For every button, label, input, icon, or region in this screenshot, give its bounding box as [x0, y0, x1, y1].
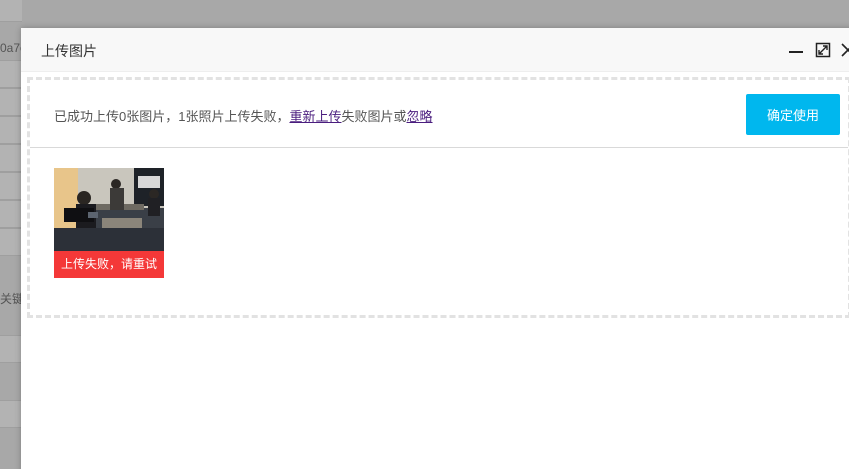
background-field — [0, 335, 22, 363]
maximize-icon[interactable] — [814, 41, 832, 59]
upload-dialog: 上传图片 已成功上传0张图片，1张照片上传失败，重新上传失败图片或忽略 确定使用 — [21, 28, 849, 469]
upload-failed-label: 上传失败，请重试 — [54, 251, 164, 278]
background-field — [0, 116, 22, 144]
close-icon[interactable] — [839, 41, 849, 59]
background-field — [0, 200, 22, 228]
background-field — [0, 88, 22, 116]
file-thumbnail[interactable]: 上传失败，请重试 — [54, 168, 164, 278]
background-text: 0a7c — [0, 41, 22, 55]
background-field — [0, 228, 22, 256]
retry-upload-link[interactable]: 重新上传 — [289, 109, 341, 124]
background-field — [0, 172, 22, 200]
dialog-header: 上传图片 — [21, 28, 849, 72]
background-field — [0, 400, 22, 428]
confirm-use-button[interactable]: 确定使用 — [746, 94, 840, 135]
minimize-icon[interactable] — [787, 41, 805, 59]
dialog-title: 上传图片 — [41, 43, 97, 59]
upload-area: 已成功上传0张图片，1张照片上传失败，重新上传失败图片或忽略 确定使用 上传失败… — [27, 77, 849, 318]
background-field — [0, 0, 22, 22]
status-middle: 失败图片或 — [341, 109, 407, 124]
background-field — [0, 60, 22, 88]
background-text: 关键词 — [0, 292, 22, 306]
ignore-link[interactable]: 忽略 — [407, 109, 433, 124]
status-prefix: 已成功上传0张图片，1张照片上传失败， — [54, 109, 290, 124]
background-field — [0, 144, 22, 172]
upload-status-bar: 已成功上传0张图片，1张照片上传失败，重新上传失败图片或忽略 确定使用 — [30, 80, 848, 148]
upload-status-text: 已成功上传0张图片，1张照片上传失败，重新上传失败图片或忽略 — [54, 106, 433, 125]
